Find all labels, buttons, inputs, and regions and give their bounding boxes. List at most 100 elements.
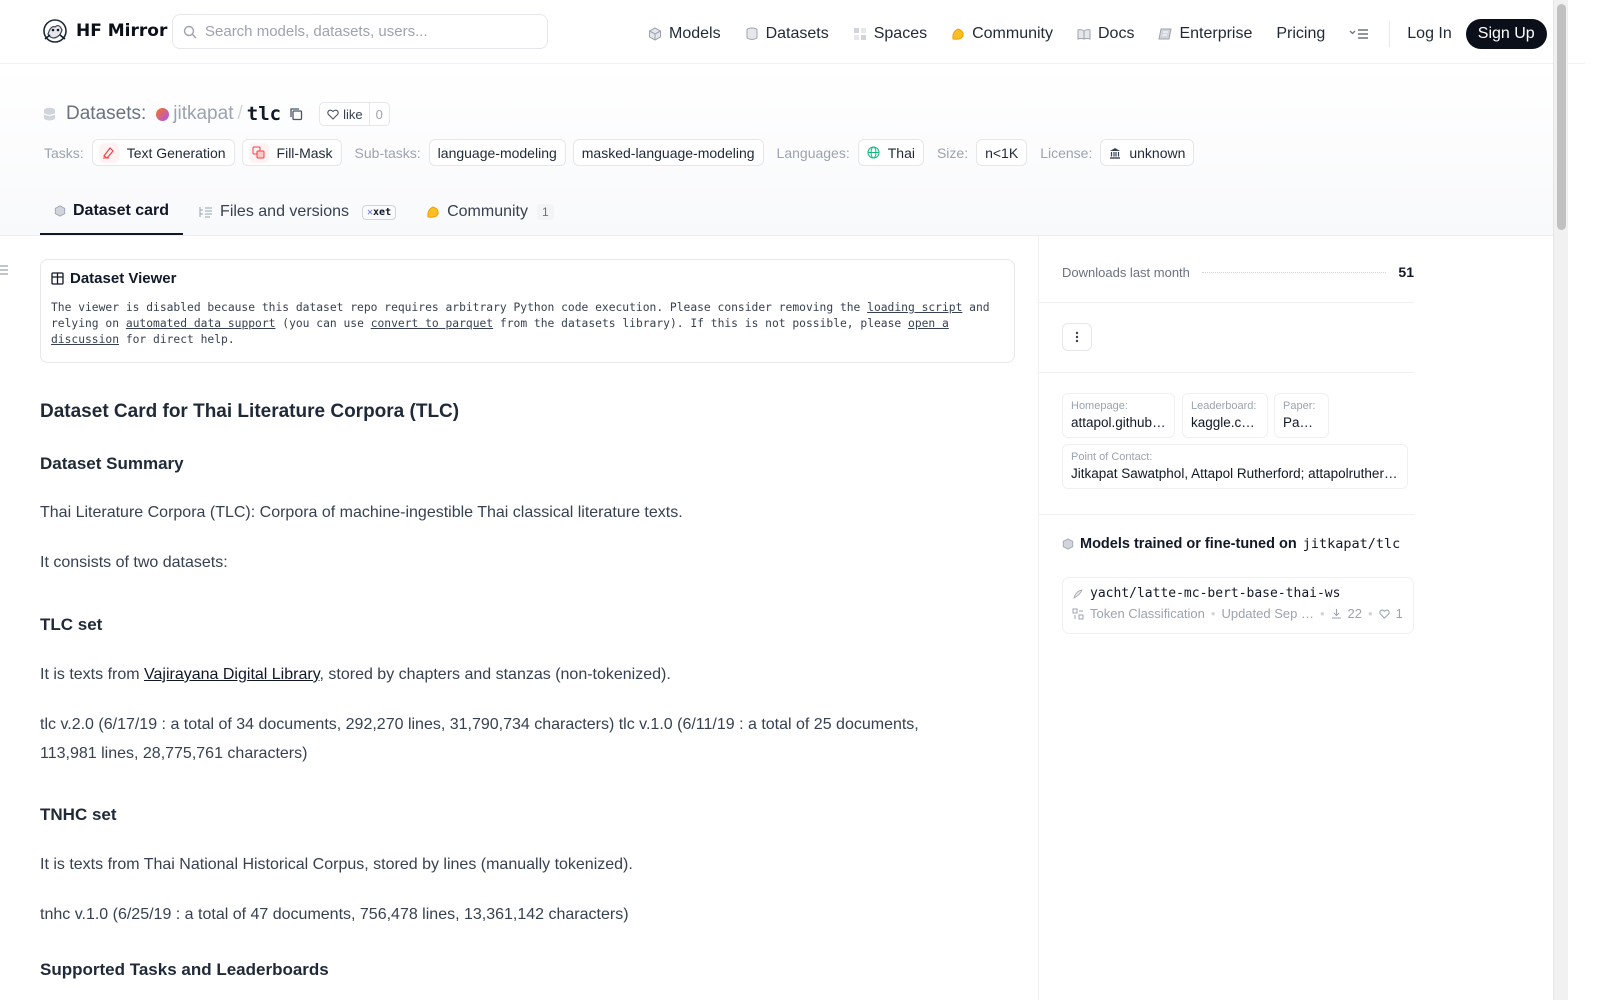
paper-key: Paper: [1283,400,1316,412]
download-icon [1331,609,1341,619]
nav-enterprise[interactable]: Enterprise [1158,25,1252,43]
nav-spaces-label: Spaces [873,25,928,42]
tab-community[interactable]: Community 1 [412,189,568,235]
bank-icon [1110,147,1121,159]
nav-datasets[interactable]: Datasets [745,25,829,43]
brand-name: HF Mirror [76,21,168,41]
nav-spaces[interactable]: Spaces [853,25,927,43]
enterprise-icon [1158,28,1173,40]
top-navigation: HF Mirror Models Datasets Spaces Communi… [0,0,1585,64]
homepage-box[interactable]: Homepage: attapol.github.io [1062,393,1175,438]
paper-value: Paper: [1283,415,1320,430]
heart-icon [1378,609,1390,619]
login-link[interactable]: Log In [1407,25,1451,43]
repo-tabs: Dataset card Files and versions ✕xet Com… [40,189,570,236]
more-options-button[interactable] [1062,323,1092,351]
model-task: Token Classification [1090,606,1205,621]
repo-title: Datasets: jitkapat / tlc like 0 [43,102,390,126]
cube-icon [1062,538,1074,550]
repo-name[interactable]: tlc [247,103,281,125]
models-trained-heading: Models trained or fine-tuned on jitkapat… [1062,536,1400,552]
nav-links: Models Datasets Spaces Community Docs En… [648,19,1547,49]
leaderboard-box[interactable]: Leaderboard: kaggle.com [1182,393,1268,438]
contact-box[interactable]: Point of Contact: Jitkapat Sawatphol, At… [1062,444,1408,489]
tnhc-versions: tnhc v.1.0 (6/25/19 : a total of 47 docu… [40,906,629,923]
nav-docs[interactable]: Docs [1077,25,1134,43]
dataset-icon [43,107,56,120]
tasks-label: Tasks: [44,144,84,161]
meta-separator: • [1368,606,1373,621]
leaderboard-value: kaggle.com [1191,415,1259,430]
community-icon [952,28,964,40]
viewer-message: The viewer is disabled because this data… [51,300,1004,347]
tlc-heading: TLC set [40,615,103,634]
tag-language-modeling[interactable]: language-modeling [428,139,566,166]
meta-separator: • [1210,606,1216,621]
tag-label: Fill-Mask [276,144,333,161]
like-action[interactable]: like [320,103,370,125]
search-icon [183,25,197,38]
vajirayana-link[interactable]: Vajirayana Digital Library [144,666,319,683]
paper-box[interactable]: Paper: Paper: [1274,393,1329,438]
model-downloads: 22 [1347,606,1362,621]
signup-button[interactable]: Sign Up [1465,19,1547,49]
tag-label: Thai [887,144,915,161]
table-icon [51,272,64,285]
nav-community[interactable]: Community [951,25,1053,43]
sidebar-divider [1039,302,1414,303]
xet-label: xet [373,206,392,218]
leaderboard-key: Leaderboard: [1191,400,1257,412]
nav-models-label: Models [669,25,721,42]
tag-fill-mask[interactable]: Fill-Mask [241,139,342,166]
fill-mask-icon [248,142,269,163]
tab-dataset-card[interactable]: Dataset card [40,189,184,235]
loading-script-link[interactable]: loading script [867,301,962,314]
path-separator: / [237,103,243,124]
model-meta: Token Classification • Updated Sep … • 2… [1072,606,1404,621]
tlc-text: , stored by chapters and stanzas (non-to… [319,666,671,683]
like-button[interactable]: like 0 [319,102,390,126]
search-input[interactable] [205,23,525,40]
more-menu-icon[interactable] [1349,27,1369,41]
viewer-title-text: Dataset Viewer [70,270,177,287]
size-label: Size: [936,144,969,161]
tab-label: Files and versions [220,203,349,220]
tag-license[interactable]: unknown [1100,139,1195,166]
tag-text-generation[interactable]: Text Generation [91,139,235,166]
tnhc-heading: TNHC set [40,805,117,824]
database-icon [746,27,758,40]
nav-enterprise-label: Enterprise [1179,25,1253,42]
contact-value: Jitkapat Sawatphol, Attapol Rutherford; … [1071,466,1399,481]
datasets-label[interactable]: Datasets: [66,103,146,125]
book-icon [1077,29,1091,40]
copy-icon[interactable] [289,107,303,121]
viewer-text: (you can use [275,316,371,330]
like-label: like [343,106,363,122]
nav-pricing[interactable]: Pricing [1276,25,1325,43]
contact-key: Point of Contact: [1071,451,1153,463]
viewer-text: for direct help. [119,332,235,346]
cube-icon [649,27,661,41]
tlc-versions: tlc v.2.0 (6/17/19 : a total of 34 docum… [40,716,919,762]
nav-pricing-label: Pricing [1276,25,1326,42]
brand-logo[interactable]: HF Mirror [42,18,167,44]
convert-to-parquet-link[interactable]: convert to parquet [371,317,493,330]
summary-heading: Dataset Summary [40,454,184,473]
page-scrollbar[interactable] [1553,0,1568,1000]
nav-community-label: Community [972,25,1053,42]
tag-masked-language-modeling[interactable]: masked-language-modeling [572,139,764,166]
subtasks-label: Sub-tasks: [354,144,421,161]
toc-toggle-icon[interactable] [0,264,9,276]
models-heading-text: Models trained or fine-tuned on [1080,536,1297,552]
tag-size[interactable]: n<1K [976,139,1028,166]
dataset-viewer-title: Dataset Viewer [51,270,1004,287]
nav-models[interactable]: Models [648,25,721,43]
scrollbar-thumb[interactable] [1557,4,1566,230]
tag-thai[interactable]: Thai [857,139,924,166]
automated-data-support-link[interactable]: automated data support [126,317,276,330]
search-box[interactable] [172,14,548,49]
downloads-count: 51 [1398,264,1414,280]
model-card[interactable]: yacht/latte-mc-bert-base-thai-ws Token C… [1062,577,1414,634]
owner-link[interactable]: jitkapat [173,103,233,125]
tab-files-and-versions[interactable]: Files and versions ✕xet [185,189,410,235]
